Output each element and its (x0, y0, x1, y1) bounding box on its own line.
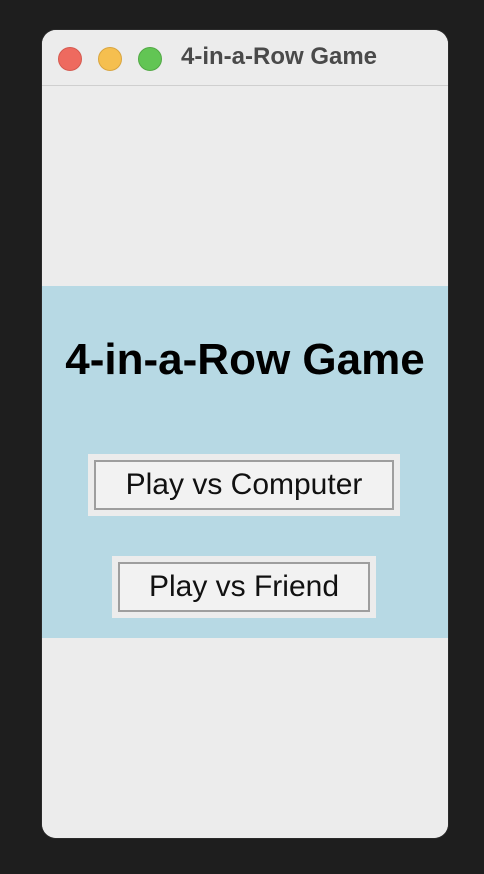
close-window-button[interactable] (58, 47, 82, 71)
play-vs-friend-button[interactable]: Play vs Friend (118, 562, 370, 612)
maximize-window-button[interactable] (138, 47, 162, 71)
play-vs-computer-button[interactable]: Play vs Computer (94, 460, 394, 510)
play-vs-friend-frame: Play vs Friend (112, 556, 376, 618)
window-content: 4-in-a-Row Game Play vs Computer Play vs… (42, 86, 448, 838)
minimize-window-button[interactable] (98, 47, 122, 71)
menu-panel: 4-in-a-Row Game Play vs Computer Play vs… (42, 286, 448, 638)
window-title: 4-in-a-Row Game (181, 43, 378, 70)
title-bar[interactable]: 4-in-a-Row Game (42, 30, 448, 86)
game-heading: 4-in-a-Row Game (65, 335, 425, 384)
play-vs-computer-frame: Play vs Computer (88, 454, 400, 516)
app-window: 4-in-a-Row Game 4-in-a-Row Game Play vs … (42, 30, 448, 838)
